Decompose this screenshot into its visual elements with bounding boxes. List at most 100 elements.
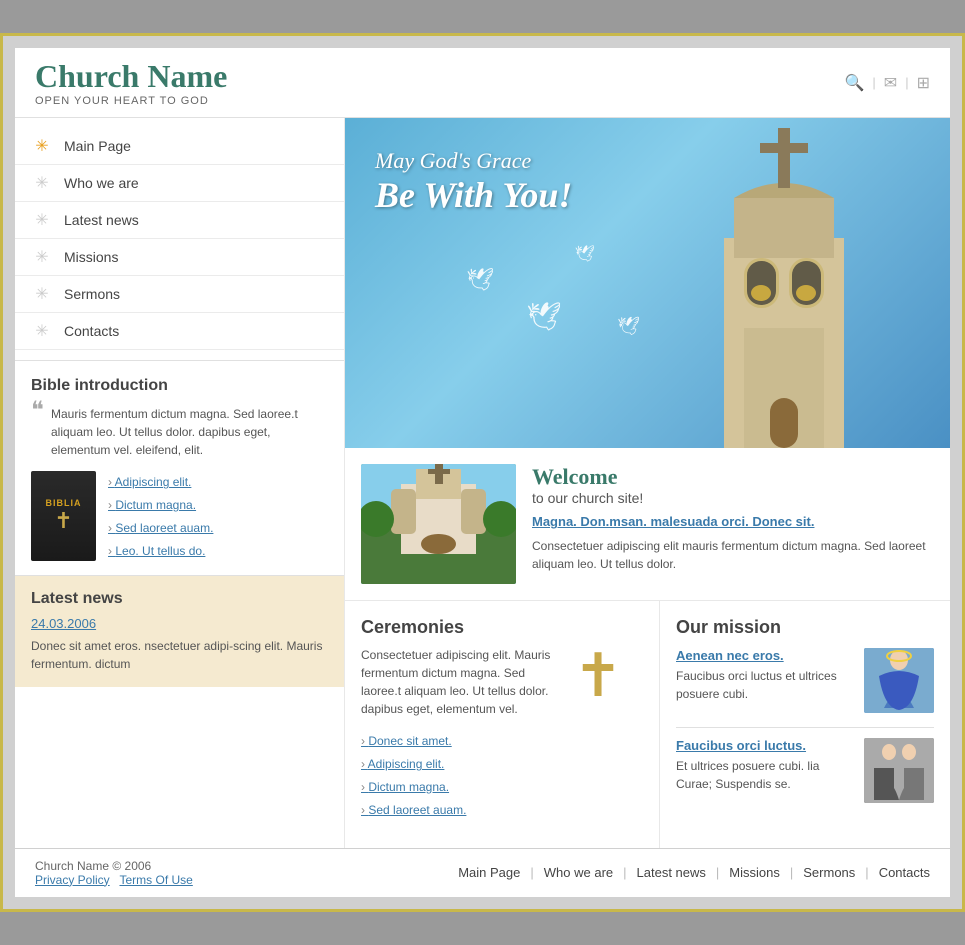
footer-sep: | — [790, 865, 793, 880]
nav-label: Who we are — [64, 175, 139, 191]
mission-separator — [676, 727, 934, 728]
bible-cross-icon: ✝ — [54, 508, 72, 534]
mission-image-1 — [864, 648, 934, 713]
bible-bottom: BIBLIA ✝ Adipiscing elit. Dictum magna. … — [31, 471, 328, 562]
our-mission-section: Our mission Aenean nec eros. Faucibus or… — [660, 601, 950, 847]
mission-link-2[interactable]: Faucibus orci luctus. — [676, 738, 854, 753]
header: Church Name OPEN YOUR HEART TO GOD 🔍 | ✉… — [15, 48, 950, 118]
welcome-link[interactable]: Magna. Don.msan. malesuada orci. Donec s… — [532, 514, 934, 529]
footer-nav-latest-news[interactable]: Latest news — [637, 865, 706, 880]
hero-text1: May God's Grace — [375, 148, 572, 174]
ceremonies-title: Ceremonies — [361, 617, 643, 638]
nav-star-icon: ✳ — [30, 321, 54, 341]
nav-item-contacts[interactable]: ✳ Contacts — [15, 313, 344, 350]
grid-icon[interactable]: ⊞ — [917, 73, 930, 93]
dove-icon: 🕊 — [466, 267, 494, 293]
mission-text-2: Faucibus orci luctus. Et ultrices posuer… — [676, 738, 854, 793]
footer-nav-main-page[interactable]: Main Page — [458, 865, 520, 880]
content: May God's Grace Be With You! 🕊 🕊 🕊 🕊 — [345, 118, 950, 847]
footer-nav: Main Page | Who we are | Latest news | M… — [458, 865, 930, 880]
bible-links: Adipiscing elit. Dictum magna. Sed laore… — [108, 471, 213, 562]
terms-link[interactable]: Terms Of Use — [119, 873, 192, 887]
bible-link-4[interactable]: Leo. Ut tellus do. — [108, 540, 213, 563]
footer-nav-sermons[interactable]: Sermons — [803, 865, 855, 880]
nav-star-icon: ✳ — [30, 173, 54, 193]
bible-quote: ❝ Mauris fermentum dictum magna. Sed lao… — [31, 405, 328, 459]
nav-label: Latest news — [64, 212, 139, 228]
content-top: Welcome to our church site! Magna. Don.m… — [345, 448, 950, 601]
nav-item-latest-news[interactable]: ✳ Latest news — [15, 202, 344, 239]
separator: | — [872, 75, 875, 90]
nav-star-icon: ✳ — [30, 247, 54, 267]
nav-star-icon: ✳ — [30, 284, 54, 304]
dove-icon: 🕊 — [575, 244, 595, 264]
search-icon[interactable]: 🔍 — [844, 73, 864, 93]
bible-intro: Bible introduction ❝ Mauris fermentum di… — [15, 361, 344, 575]
bible-link-3[interactable]: Sed laoreet auam. — [108, 517, 213, 540]
hero-church-tower — [617, 118, 950, 448]
content-bottom: Ceremonies ✝ Consectetuer adipiscing eli… — [345, 601, 950, 847]
news-text: Donec sit amet eros. nsectetuer adipi-sc… — [31, 637, 328, 673]
hero-text2: Be With You! — [375, 174, 572, 216]
cer-link-3[interactable]: Dictum magna. — [361, 776, 643, 799]
ceremonies-section: Ceremonies ✝ Consectetuer adipiscing eli… — [345, 601, 660, 847]
nav-item-missions[interactable]: ✳ Missions — [15, 239, 344, 276]
bible-book-title: BIBLIA — [46, 498, 82, 508]
main-layout: ✳ Main Page ✳ Who we are ✳ Latest news ✳… — [15, 118, 950, 847]
logo-subtitle: OPEN YOUR HEART TO GOD — [35, 95, 227, 107]
nav-label: Contacts — [64, 323, 119, 339]
header-icons: 🔍 | ✉ | ⊞ — [844, 73, 930, 93]
footer: Church Name © 2006 Privacy Policy Terms … — [15, 848, 950, 897]
logo-title: Church Name — [35, 58, 227, 95]
mission-item-1: Aenean nec eros. Faucibus orci luctus et… — [676, 648, 934, 713]
dove-icon: 🕊 — [527, 300, 563, 333]
nav-label: Main Page — [64, 138, 131, 154]
sidebar: ✳ Main Page ✳ Who we are ✳ Latest news ✳… — [15, 118, 345, 847]
mission-item-2: Faucibus orci luctus. Et ultrices posuer… — [676, 738, 934, 803]
footer-nav-who-we-are[interactable]: Who we are — [544, 865, 613, 880]
welcome-text: Welcome to our church site! Magna. Don.m… — [532, 464, 934, 584]
nav-label: Sermons — [64, 286, 120, 302]
nav-label: Missions — [64, 249, 118, 265]
email-icon[interactable]: ✉ — [884, 73, 897, 93]
footer-links-row: Privacy Policy Terms Of Use — [35, 873, 193, 887]
cer-link-4[interactable]: Sed laoreet auam. — [361, 799, 643, 822]
cer-link-2[interactable]: Adipiscing elit. — [361, 753, 643, 776]
nav-item-sermons[interactable]: ✳ Sermons — [15, 276, 344, 313]
cer-link-1[interactable]: Donec sit amet. — [361, 730, 643, 753]
footer-sep: | — [530, 865, 533, 880]
mission-desc-1: Faucibus orci luctus et ultrices posuere… — [676, 667, 854, 703]
nav-star-icon: ✳ — [30, 210, 54, 230]
footer-sep: | — [865, 865, 868, 880]
separator: | — [905, 75, 908, 90]
latest-news-title: Latest news — [31, 590, 328, 608]
welcome-subtitle: to our church site! — [532, 490, 934, 506]
latest-news-sidebar: Latest news 24.03.2006 Donec sit amet er… — [15, 576, 344, 687]
our-mission-title: Our mission — [676, 617, 934, 638]
footer-copyright: Church Name © 2006 — [35, 859, 193, 873]
footer-sep: | — [716, 865, 719, 880]
mission-link-1[interactable]: Aenean nec eros. — [676, 648, 854, 663]
news-date[interactable]: 24.03.2006 — [31, 616, 328, 631]
bible-book: BIBLIA ✝ — [31, 471, 96, 561]
nav-item-main-page[interactable]: ✳ Main Page — [15, 128, 344, 165]
nav-menu: ✳ Main Page ✳ Who we are ✳ Latest news ✳… — [15, 118, 344, 361]
church-thumbnail — [361, 464, 516, 584]
nav-item-who-we-are[interactable]: ✳ Who we are — [15, 165, 344, 202]
footer-left: Church Name © 2006 Privacy Policy Terms … — [35, 859, 193, 887]
cross-icon: ✝ — [553, 646, 643, 726]
bible-link-1[interactable]: Adipiscing elit. — [108, 471, 213, 494]
footer-sep: | — [623, 865, 626, 880]
footer-nav-missions[interactable]: Missions — [729, 865, 780, 880]
logo-area: Church Name OPEN YOUR HEART TO GOD — [35, 58, 227, 107]
ceremonies-links: Donec sit amet. Adipiscing elit. Dictum … — [361, 730, 643, 821]
bible-link-2[interactable]: Dictum magna. — [108, 494, 213, 517]
welcome-title: Welcome — [532, 464, 934, 490]
footer-nav-contacts[interactable]: Contacts — [879, 865, 930, 880]
privacy-policy-link[interactable]: Privacy Policy — [35, 873, 110, 887]
mission-text-1: Aenean nec eros. Faucibus orci luctus et… — [676, 648, 854, 703]
hero-banner: May God's Grace Be With You! 🕊 🕊 🕊 🕊 — [345, 118, 950, 448]
nav-star-icon: ✳ — [30, 136, 54, 156]
mission-desc-2: Et ultrices posuere cubi. lia Curae; Sus… — [676, 757, 854, 793]
bible-intro-title: Bible introduction — [31, 377, 328, 395]
